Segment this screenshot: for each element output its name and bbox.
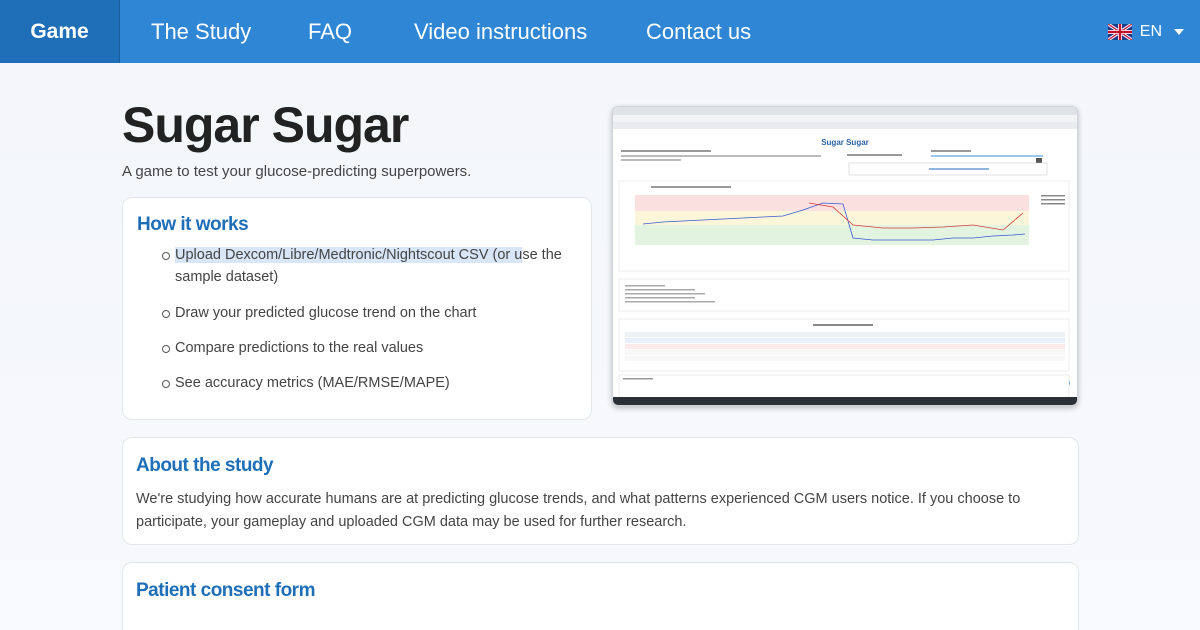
table-row xyxy=(625,338,1065,343)
text-line xyxy=(625,293,705,295)
table-title xyxy=(813,324,873,326)
top-navbar: Game The Study FAQ Video instructions Co… xyxy=(0,0,1200,63)
text-line xyxy=(621,150,711,152)
mid-zone xyxy=(635,211,1029,225)
step-text: Compare predictions to the real values xyxy=(175,340,424,356)
nav-the-study[interactable]: The Study xyxy=(151,0,251,63)
text-line xyxy=(621,159,681,161)
how-it-works-card: How it works Upload Dexcom/Libre/Medtron… xyxy=(122,197,592,420)
text-line xyxy=(847,154,902,156)
chevron-down-icon xyxy=(1174,28,1184,35)
high-zone xyxy=(635,195,1029,211)
text-line xyxy=(625,301,715,303)
game-screenshot-image: Sugar Sugar xyxy=(612,106,1078,406)
nav-faq[interactable]: FAQ xyxy=(308,0,352,63)
step-text: Draw your predicted glucose trend on the… xyxy=(175,305,477,321)
table-header-row xyxy=(625,332,1065,337)
step-text: See accuracy metrics (MAE/RMSE/MAPE) xyxy=(175,375,450,391)
about-text: We're studying how accurate humans are a… xyxy=(136,491,1021,530)
list-item: See accuracy metrics (MAE/RMSE/MAPE) xyxy=(161,372,581,394)
target-zone xyxy=(635,225,1029,245)
table-row xyxy=(625,350,1065,355)
step-highlighted-text: Upload Dexcom/Libre/Medtronic/Nightscout… xyxy=(175,247,523,263)
list-item: Draw your predicted glucose trend on the… xyxy=(161,302,581,324)
how-it-works-heading: How it works xyxy=(137,214,249,235)
text-line xyxy=(929,168,989,170)
button xyxy=(1036,158,1042,163)
page-subtitle: A game to test your glucose-predicting s… xyxy=(122,163,472,180)
table-row xyxy=(625,356,1065,361)
chart-title xyxy=(651,186,731,188)
list-item: Upload Dexcom/Libre/Medtronic/Nightscout… xyxy=(161,244,581,288)
instructions-panel xyxy=(618,278,1070,312)
language-label: EN xyxy=(1139,22,1162,40)
nav-video-instructions[interactable]: Video instructions xyxy=(414,0,587,63)
text-line xyxy=(625,285,665,287)
page-title: Sugar Sugar xyxy=(122,97,409,153)
uk-flag-icon xyxy=(1107,23,1132,40)
nav-game-tab[interactable]: Game xyxy=(0,0,120,63)
text-line xyxy=(621,155,821,157)
about-heading: About the study xyxy=(136,455,274,476)
text-line xyxy=(625,289,695,291)
taskbar xyxy=(613,397,1077,405)
text-line xyxy=(625,297,695,299)
text-line xyxy=(623,378,653,380)
about-study-card: About the study We're studying how accur… xyxy=(122,437,1079,545)
list-item: Compare predictions to the real values xyxy=(161,337,581,359)
legend-item xyxy=(1041,199,1065,201)
consent-heading: Patient consent form xyxy=(136,580,315,601)
screenshot-content xyxy=(618,150,1070,400)
text-line xyxy=(931,150,971,152)
table-row xyxy=(625,344,1065,349)
slider-track xyxy=(931,155,1043,157)
legend-item xyxy=(1041,195,1065,197)
language-selector[interactable]: EN xyxy=(1107,0,1184,63)
steps-list: Upload Dexcom/Libre/Medtronic/Nightscout… xyxy=(161,244,581,394)
legend-item xyxy=(1041,203,1065,205)
nav-contact-us[interactable]: Contact us xyxy=(646,0,751,63)
consent-form-card: Patient consent form xyxy=(122,562,1079,630)
accuracy-panel xyxy=(618,374,1070,400)
